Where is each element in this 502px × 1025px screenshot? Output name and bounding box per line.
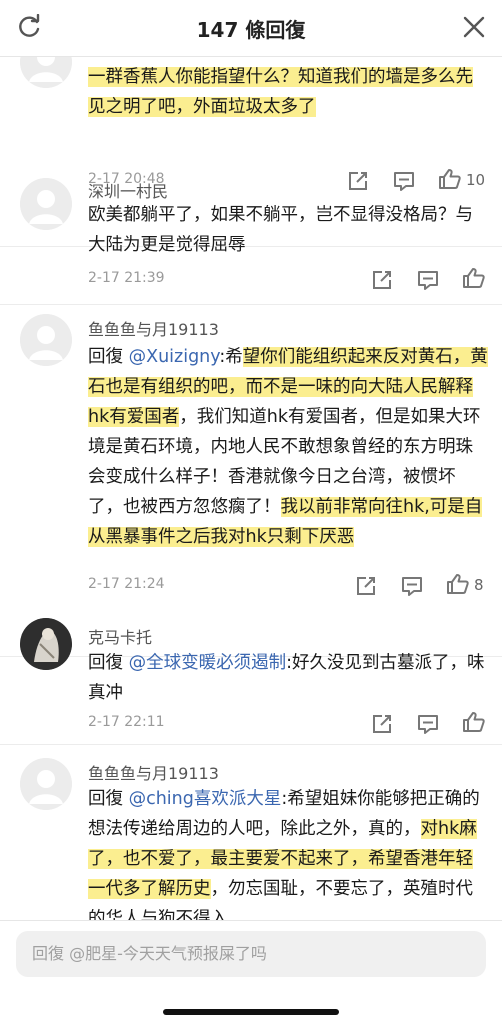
avatar[interactable] [20,758,72,810]
comment-item: 深圳一村民 欧美都躺平了，如果不躺平，岂不显得没格局？与大陆为更是觉得屈辱 2-… [0,156,502,305]
comment-icon[interactable] [416,712,440,736]
comment-item: 鱼鱼鱼与月19113 回復 @ching喜欢派大星:希望姐妹你能够把正确的想法传… [0,744,502,920]
share-icon[interactable] [370,268,394,292]
comment-text: 回復 @Xuizigny:希望你们能组织起来反对黄石，黄石也是有组织的吧，而不是… [88,342,488,552]
comment-text-segment: 欧美都躺平了，如果不躺平，岂不显得没格局？与大陆为更是觉得屈辱 [88,205,473,255]
comment-text-segment: 回復 [88,653,129,673]
home-indicator [163,1009,339,1015]
comment-list[interactable]: 一群香蕉人你能指望什么？知道我们的墙是多么先见之明了吧，外面垃圾太多了 2-17… [0,56,502,920]
comment-author[interactable]: 深圳一村民 [88,178,168,202]
thumbs-up-icon[interactable] [462,710,486,734]
comment-text-segment: 一群香蕉人你能指望什么？知道我们的墙是多么先见之明了吧，外面垃圾太多了 [88,67,473,117]
mention-link[interactable]: @Xuizigny [129,347,220,367]
thumbs-up-icon[interactable] [462,266,486,290]
page-title: 147 條回復 [196,18,306,42]
header: 147 條回復 [0,0,502,57]
like-count: 8 [474,576,484,594]
share-icon[interactable] [354,574,378,598]
share-icon[interactable] [370,712,394,736]
comment-icon[interactable] [416,268,440,292]
comment-text-segment: 回復 [88,347,129,367]
comment-author[interactable]: 克马卡托 [88,624,152,648]
comment-text: 欧美都躺平了，如果不躺平，岂不显得没格局？与大陆为更是觉得屈辱 [88,200,488,260]
comment-text: 回復 @全球变暖必须遏制:好久没见到古墓派了，味真冲 [88,648,488,708]
reply-input[interactable]: 回復 @肥星-今天天气预报屎了吗 [16,931,486,977]
comment-item: 克马卡托 回復 @全球变暖必须遏制:好久没见到古墓派了，味真冲 2-17 22:… [0,604,502,745]
comment-time: 2-17 21:39 [88,270,165,286]
avatar[interactable] [20,618,72,670]
reply-bar: 回復 @肥星-今天天气预报屎了吗 [0,920,502,1025]
comment-time: 2-17 22:11 [88,714,165,730]
avatar[interactable] [20,56,72,88]
thumbs-up-icon[interactable] [446,572,470,596]
comment-author[interactable]: 鱼鱼鱼与月19113 [88,760,219,784]
mention-link[interactable]: @ching喜欢派大星 [129,789,282,809]
comment-author[interactable]: 鱼鱼鱼与月19113 [88,316,219,340]
mention-link[interactable]: @全球变暖必须遏制 [129,653,287,673]
comment-time: 2-17 21:24 [88,576,165,592]
comment-text: 回復 @ching喜欢派大星:希望姐妹你能够把正确的想法传递给周边的人吧，除此之… [88,784,488,920]
comment-icon[interactable] [400,574,424,598]
comment-text: 一群香蕉人你能指望什么？知道我们的墙是多么先见之明了吧，外面垃圾太多了 [88,62,488,122]
close-icon[interactable] [462,15,486,39]
comment-text-segment: :希 [219,347,243,367]
comment-text-segment: 回復 [88,789,129,809]
avatar[interactable] [20,314,72,366]
avatar[interactable] [20,178,72,230]
